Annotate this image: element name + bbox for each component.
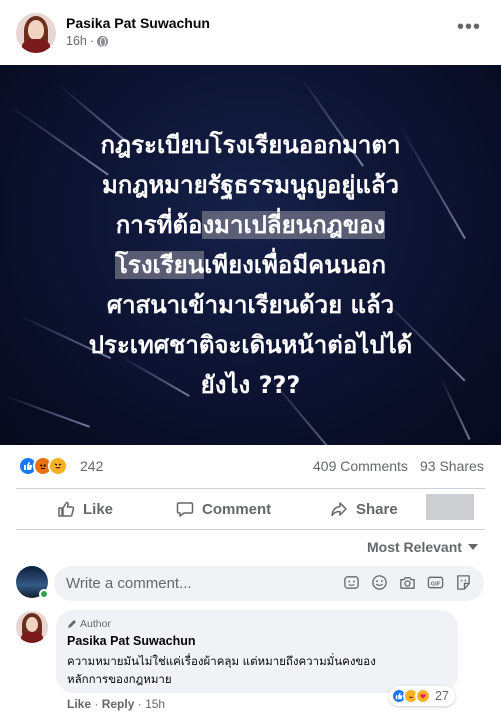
image-text-highlight: งมาเปลี่ยนกฎของ — [202, 211, 386, 239]
post-stats: 242 409 Comments 93 Shares — [0, 450, 501, 482]
share-label: Share — [356, 500, 398, 518]
reaction-icons[interactable] — [18, 456, 68, 476]
post-time[interactable]: 16h — [66, 34, 87, 48]
image-text-line: ประเทศชาติจะเดินหน้าต่อไปได้ — [88, 331, 413, 359]
gif-icon[interactable]: GIF — [427, 574, 444, 591]
comment-bubble: Author Pasika Pat Suwachun ความหมายมันไม… — [56, 610, 458, 693]
image-text-line: ศาสนาเข้ามาเรียนด้วย แล้ว — [106, 291, 395, 319]
comment-text-line: หลักการของกฎหมาย — [67, 672, 172, 686]
comment-action-separator: · — [137, 697, 142, 711]
sticker-icon[interactable] — [455, 574, 472, 591]
svg-text:GIF: GIF — [431, 581, 441, 587]
comment-like-link[interactable]: Like — [67, 697, 91, 711]
comment-input[interactable] — [66, 566, 336, 601]
sort-label: Most Relevant — [367, 539, 462, 555]
image-text-segment: เพียงเพื่อมีคนนอก — [204, 251, 386, 279]
image-text-highlight: โรงเรียน — [115, 251, 205, 279]
comment-button[interactable]: Comment — [176, 495, 271, 523]
comment-action-separator: · — [94, 697, 99, 711]
comment-icon — [176, 502, 194, 517]
more-options-icon[interactable]: ••• — [457, 17, 481, 37]
share-icon — [331, 502, 347, 517]
care-reaction-icon — [415, 688, 431, 704]
author-badge: Author — [67, 618, 111, 630]
comments-count[interactable]: 409 Comments — [313, 458, 408, 474]
comment-sort-dropdown[interactable]: Most Relevant — [367, 539, 478, 555]
shares-count[interactable]: 93 Shares — [420, 458, 484, 474]
image-text-line: ยังไง ??? — [200, 371, 301, 399]
comment-composer: GIF — [54, 566, 484, 601]
post-image-text: กฎระเบียบโรงเรียนออกมาตา มกฎหมายรัฐธรรมน… — [0, 125, 501, 405]
post-actions: Like Comment Share — [0, 490, 501, 528]
comment-reactions[interactable]: 27 — [389, 686, 455, 706]
comment-label: Comment — [202, 500, 272, 518]
meta-separator: · — [89, 34, 95, 48]
avatar-sticker-icon[interactable] — [343, 574, 360, 591]
composer-icons: GIF — [343, 574, 472, 591]
divider — [16, 529, 485, 530]
author-name[interactable]: Pasika Pat Suwachun — [66, 15, 210, 31]
image-text-line: มกฎหมายรัฐธรรมนูญอยู่แล้ว — [101, 171, 399, 199]
author-badge-label: Author — [80, 618, 111, 630]
reaction-count[interactable]: 242 — [80, 458, 103, 474]
like-button[interactable]: Like — [57, 495, 113, 523]
image-text-line: การที่ต้องมาเปลี่ยนกฎของ — [0, 205, 501, 245]
haha-reaction-icon — [48, 456, 68, 476]
post-header: Pasika Pat Suwachun 16h · ••• — [0, 0, 501, 65]
camera-icon[interactable] — [399, 574, 416, 591]
pencil-icon — [68, 620, 76, 628]
like-label: Like — [83, 500, 114, 518]
commenter-name[interactable]: Pasika Pat Suwachun — [67, 634, 196, 648]
post-meta: 16h · — [66, 34, 109, 48]
post-image[interactable]: กฎระเบียบโรงเรียนออกมาตา มกฎหมายรัฐธรรมน… — [0, 65, 501, 445]
chevron-down-icon — [467, 544, 478, 550]
author-avatar[interactable] — [16, 13, 56, 53]
globe-icon — [97, 35, 109, 47]
image-text-segment: การที่ต้อ — [115, 211, 203, 239]
commenter-avatar[interactable] — [16, 611, 48, 643]
comment-text: ความหมายมันไม่ใช่แค่เรื่องผ้าคลุม แต่หมา… — [67, 652, 453, 688]
image-text-line: กฎระเบียบโรงเรียนออกมาตา — [100, 131, 401, 159]
comment-time[interactable]: 15h — [145, 697, 165, 711]
comment-actions: Like · Reply · 15h — [67, 697, 165, 711]
online-status-dot — [39, 589, 49, 599]
comment-reaction-count: 27 — [435, 689, 449, 703]
comment-reply-link[interactable]: Reply — [102, 697, 135, 711]
share-button[interactable]: Share — [330, 495, 398, 523]
comment-text-line: ความหมายมันไม่ใช่แค่เรื่องผ้าคลุม แต่หมา… — [67, 654, 376, 668]
image-text-line: โรงเรียนเพียงเพื่อมีคนนอก — [0, 245, 501, 285]
emoji-icon[interactable] — [371, 574, 388, 591]
like-icon — [58, 501, 75, 517]
divider — [16, 488, 485, 489]
redacted-box — [426, 494, 474, 520]
